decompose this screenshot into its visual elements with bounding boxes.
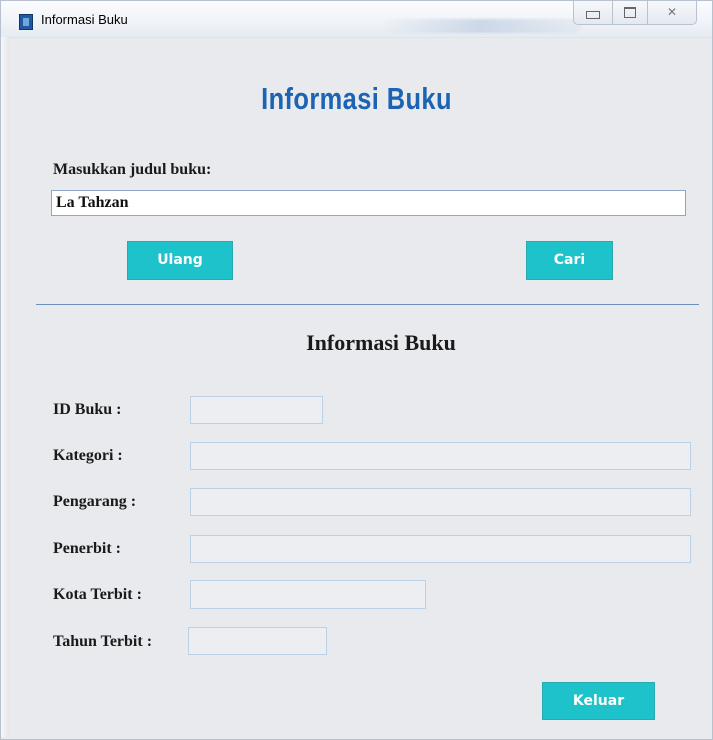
id-buku-field[interactable]: [190, 396, 323, 424]
app-window: Informasi Buku ✕ Informasi Buku Masukkan…: [0, 0, 713, 740]
maximize-icon: [624, 7, 636, 18]
kota-terbit-label: Kota Terbit :: [53, 586, 142, 603]
minimize-button[interactable]: [573, 1, 613, 25]
window-title: Informasi Buku: [41, 12, 128, 27]
page-title: Informasi Buku: [261, 81, 452, 116]
divider: [36, 304, 699, 305]
pengarang-label: Pengarang :: [53, 493, 137, 510]
reset-button[interactable]: Ulang: [127, 241, 233, 280]
penerbit-field[interactable]: [190, 535, 691, 563]
blurred-background-area: [381, 19, 581, 33]
close-icon: ✕: [666, 5, 678, 19]
penerbit-label: Penerbit :: [53, 540, 121, 557]
search-label: Masukkan judul buku:: [53, 161, 212, 178]
section-title: Informasi Buku: [306, 330, 456, 355]
search-button[interactable]: Cari: [526, 241, 613, 280]
maximize-button[interactable]: [612, 1, 648, 25]
title-bar[interactable]: Informasi Buku ✕: [1, 1, 712, 38]
id-buku-label: ID Buku :: [53, 401, 122, 418]
kategori-label: Kategori :: [53, 447, 123, 464]
window-edge: [1, 37, 9, 737]
exit-button[interactable]: Keluar: [542, 682, 655, 720]
kategori-field[interactable]: [190, 442, 691, 470]
pengarang-field[interactable]: [190, 488, 691, 516]
minimize-icon: [586, 11, 600, 19]
book-title-input[interactable]: [51, 190, 686, 216]
tahun-terbit-label: Tahun Terbit :: [53, 633, 153, 650]
close-button[interactable]: ✕: [647, 1, 697, 25]
app-icon: [19, 14, 33, 30]
tahun-terbit-field[interactable]: [188, 627, 327, 655]
kota-terbit-field[interactable]: [190, 580, 426, 609]
